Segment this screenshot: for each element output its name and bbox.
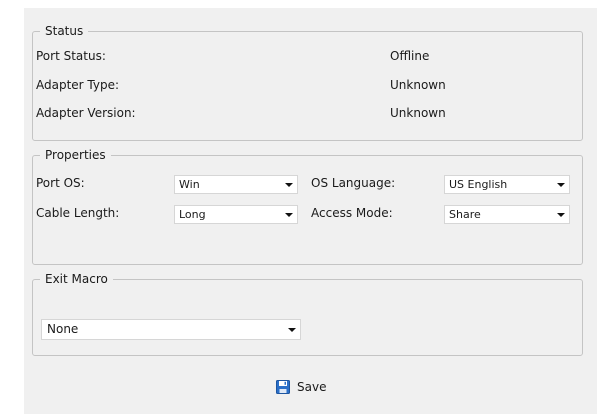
exit-macro-legend: Exit Macro bbox=[45, 272, 108, 286]
access-mode-label: Access Mode: bbox=[311, 206, 393, 220]
port-os-label: Port OS: bbox=[36, 176, 85, 190]
os-language-value: US English bbox=[449, 178, 508, 191]
properties-legend: Properties bbox=[45, 148, 106, 162]
properties-group: Properties Port OS: Win OS Language: US … bbox=[32, 148, 583, 265]
port-settings-panel: Status Port Status: Offline Adapter Type… bbox=[24, 8, 597, 414]
floppy-disk-icon bbox=[276, 380, 290, 394]
access-mode-value: Share bbox=[449, 208, 481, 221]
chevron-down-icon bbox=[557, 183, 565, 187]
status-legend: Status bbox=[45, 24, 84, 38]
cable-length-label: Cable Length: bbox=[36, 206, 120, 220]
os-language-select[interactable]: US English bbox=[444, 175, 570, 194]
adapter-type-value: Unknown bbox=[390, 78, 446, 92]
save-label: Save bbox=[297, 380, 327, 394]
chevron-down-icon bbox=[288, 328, 296, 332]
port-os-value: Win bbox=[179, 178, 200, 191]
chevron-down-icon bbox=[285, 183, 293, 187]
chevron-down-icon bbox=[285, 213, 293, 217]
adapter-version-label: Adapter Version: bbox=[36, 106, 136, 120]
exit-macro-select[interactable]: None bbox=[41, 319, 301, 340]
adapter-version-value: Unknown bbox=[390, 106, 446, 120]
exit-macro-value: None bbox=[47, 322, 79, 336]
save-button[interactable]: Save bbox=[276, 380, 326, 394]
access-mode-select[interactable]: Share bbox=[444, 205, 570, 224]
status-group: Status Port Status: Offline Adapter Type… bbox=[32, 24, 583, 141]
adapter-type-label: Adapter Type: bbox=[36, 78, 120, 92]
port-status-label: Port Status: bbox=[36, 49, 106, 63]
chevron-down-icon bbox=[557, 213, 565, 217]
port-os-select[interactable]: Win bbox=[174, 175, 298, 194]
port-status-value: Offline bbox=[390, 49, 430, 63]
cable-length-value: Long bbox=[179, 208, 206, 221]
exit-macro-group: Exit Macro None bbox=[32, 272, 583, 356]
cable-length-select[interactable]: Long bbox=[174, 205, 298, 224]
os-language-label: OS Language: bbox=[311, 176, 396, 190]
